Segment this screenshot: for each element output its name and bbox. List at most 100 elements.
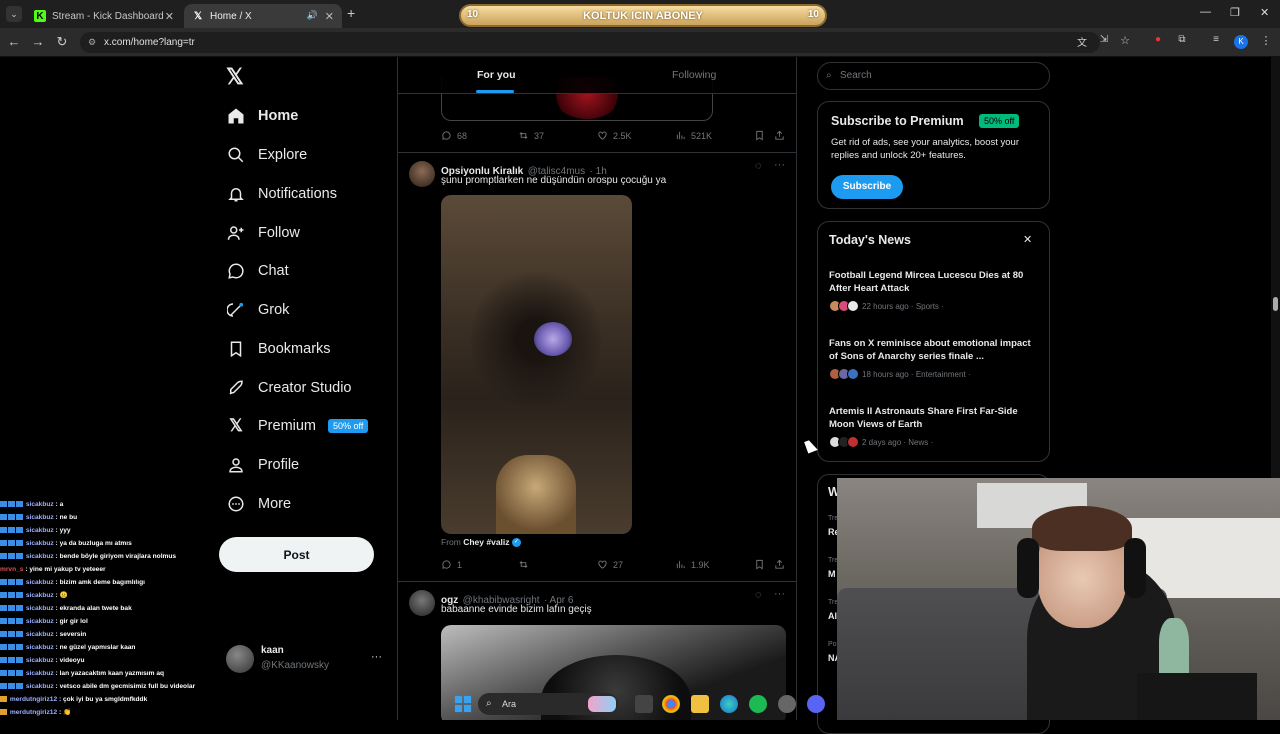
- more-icon[interactable]: ···: [371, 651, 382, 663]
- chat-text: : seversin: [55, 631, 87, 638]
- trend-name[interactable]: M: [828, 569, 836, 579]
- site-info-icon[interactable]: ⚙: [88, 32, 96, 53]
- new-tab-button[interactable]: +: [347, 5, 355, 21]
- search-input[interactable]: ⌕ Search: [817, 62, 1050, 90]
- nav-chat[interactable]: Chat: [226, 256, 289, 286]
- taskbar-search[interactable]: ⌕ Ara: [478, 693, 618, 715]
- chrome-icon[interactable]: [662, 695, 680, 713]
- nav-grok[interactable]: Grok: [226, 295, 289, 325]
- views-button[interactable]: 521K: [675, 130, 712, 141]
- reply-button[interactable]: 68: [441, 130, 467, 141]
- repost-button[interactable]: 37: [518, 130, 544, 141]
- task-view-icon[interactable]: [635, 695, 653, 713]
- scrollbar-thumb[interactable]: [1273, 297, 1278, 311]
- speaker-icon[interactable]: 🔊: [307, 10, 318, 21]
- avatar[interactable]: [409, 590, 435, 616]
- chat-user: sicakbuz: [25, 683, 54, 690]
- back-button[interactable]: ←: [6, 34, 22, 49]
- tab-for-you[interactable]: For you: [477, 69, 516, 81]
- grok-icon: [226, 300, 246, 320]
- tab-kick-dashboard[interactable]: K Stream - Kick Dashboard ✕: [26, 4, 182, 28]
- chat-user: sicakbuz: [25, 618, 54, 625]
- nav-notifications[interactable]: Notifications: [226, 179, 337, 209]
- window-close-button[interactable]: ✕: [1260, 6, 1269, 19]
- more-icon[interactable]: ···: [774, 588, 785, 600]
- close-icon[interactable]: ✕: [1023, 233, 1032, 246]
- url-text: x.com/home?lang=tr: [104, 37, 195, 48]
- extensions-puzzle-icon[interactable]: ⧉: [1174, 34, 1190, 45]
- news-item[interactable]: Fans on X reminisce about emotional impa…: [829, 337, 1039, 380]
- windows-start-icon[interactable]: [454, 695, 472, 713]
- reply-button[interactable]: 1: [441, 559, 462, 570]
- tab-home-x[interactable]: 𝕏 Home / X 🔊 ✕: [184, 4, 342, 28]
- extension-icon[interactable]: ●: [1150, 34, 1166, 45]
- subscribe-button[interactable]: Subscribe: [831, 175, 903, 199]
- avatar[interactable]: [409, 161, 435, 187]
- like-button[interactable]: 2.5K: [597, 130, 632, 141]
- chat-text: : bende böyle giriyom virajlara nolmus: [55, 553, 177, 560]
- nav-follow[interactable]: Follow: [226, 218, 300, 248]
- subscriber-goal-banner: 10 KOLTUK ICIN ABONEY 10: [459, 4, 827, 27]
- nav-bookmarks[interactable]: Bookmarks: [226, 334, 331, 364]
- nav-more[interactable]: More: [226, 489, 291, 519]
- like-button[interactable]: 27: [597, 559, 623, 570]
- steam-icon[interactable]: [778, 695, 796, 713]
- star-icon[interactable]: ☆: [1117, 34, 1133, 47]
- maximize-button[interactable]: ❐: [1230, 6, 1240, 19]
- views-button[interactable]: 1.9K: [675, 559, 710, 570]
- account-switcher[interactable]: kaan @KKaanowsky ···: [226, 643, 386, 675]
- more-icon[interactable]: ···: [774, 159, 785, 171]
- discord-icon[interactable]: [807, 695, 825, 713]
- tweet-video[interactable]: [441, 195, 632, 534]
- close-icon[interactable]: ✕: [165, 10, 174, 23]
- news-headline: Fans on X reminisce about emotional impa…: [829, 338, 1031, 362]
- trend-name[interactable]: Al: [828, 611, 837, 621]
- nav-premium[interactable]: 𝕏 Premium 50% off: [226, 411, 369, 441]
- nav-explore[interactable]: Explore: [226, 140, 307, 170]
- avatar-group: [829, 436, 859, 448]
- nav-home[interactable]: Home: [226, 101, 298, 131]
- chat-message: mrvn_s : yine mi yakup tv yeteeer: [0, 563, 215, 576]
- x-logo[interactable]: 𝕏: [226, 64, 244, 90]
- taskbar-search-label: Ara: [502, 699, 517, 709]
- nav-creator-studio[interactable]: Creator Studio: [226, 373, 352, 403]
- profile-avatar[interactable]: K: [1234, 35, 1248, 49]
- tweet[interactable]: Opsiyonlu Kiralık @talisc4mus · 1h ◌ ···…: [398, 153, 796, 581]
- post-button[interactable]: Post: [219, 537, 374, 572]
- address-bar[interactable]: ⚙ x.com/home?lang=tr: [80, 32, 1100, 53]
- nav-profile[interactable]: Profile: [226, 450, 299, 480]
- share-icon[interactable]: [774, 130, 790, 141]
- forward-button[interactable]: →: [30, 34, 46, 49]
- translate-icon[interactable]: 文: [1074, 34, 1090, 49]
- tab-search-button[interactable]: ⌄: [6, 6, 22, 22]
- edge-icon[interactable]: [720, 695, 738, 713]
- bookmark-icon[interactable]: [754, 130, 770, 141]
- views-count: 1.9K: [691, 559, 710, 570]
- media-icon[interactable]: ≡: [1208, 34, 1224, 45]
- chat-message: merdutngiriz12 : 👏: [0, 706, 215, 719]
- news-item[interactable]: Football Legend Mircea Lucescu Dies at 8…: [829, 269, 1039, 312]
- install-icon[interactable]: ⇲: [1096, 34, 1112, 45]
- close-icon[interactable]: ✕: [325, 10, 334, 23]
- source-account[interactable]: Chey #valiz: [463, 537, 509, 547]
- grok-icon[interactable]: ◌: [755, 589, 762, 601]
- timeline: For you Following 68 37 2.5K 521K Opsiyo…: [397, 57, 797, 720]
- chat-message: sicakbuz : 😐: [0, 589, 215, 602]
- minimize-button[interactable]: —: [1200, 6, 1211, 18]
- grok-icon[interactable]: ◌: [755, 160, 762, 172]
- tab-following[interactable]: Following: [672, 69, 716, 81]
- search-icon: ⌕: [486, 698, 492, 709]
- bookmark-icon[interactable]: [754, 559, 770, 570]
- repost-button[interactable]: [518, 559, 534, 570]
- home-icon: [226, 106, 246, 126]
- premium-card-title: Subscribe to Premium: [831, 114, 964, 128]
- reload-button[interactable]: ↻: [54, 34, 70, 50]
- chat-message: sicakbuz : ya da buzluga mı atmıs: [0, 537, 215, 550]
- browser-menu-icon[interactable]: ⋮: [1258, 34, 1274, 47]
- share-icon[interactable]: [774, 559, 790, 570]
- avatar-group: [829, 368, 859, 380]
- news-item[interactable]: Artemis II Astronauts Share First Far-Si…: [829, 405, 1039, 448]
- spotify-icon[interactable]: [749, 695, 767, 713]
- file-explorer-icon[interactable]: [691, 695, 709, 713]
- chat-message: sicakbuz : vetsco abile dm gecmisimiz fu…: [0, 680, 215, 693]
